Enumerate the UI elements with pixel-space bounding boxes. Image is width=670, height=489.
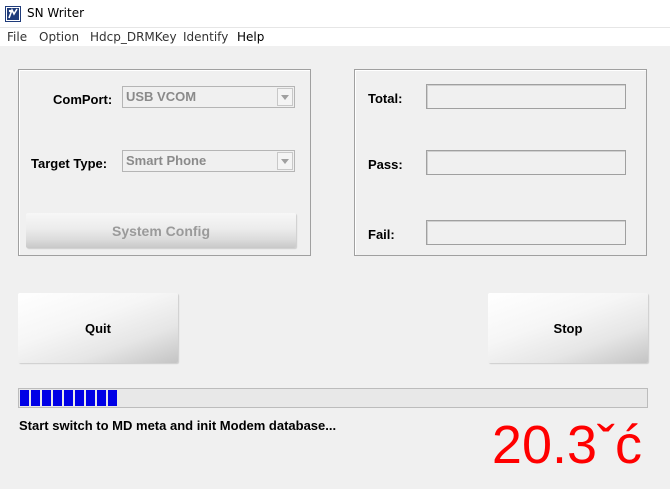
comport-dropdown-button[interactable] bbox=[277, 88, 293, 106]
target-type-value: Smart Phone bbox=[126, 153, 207, 168]
stop-button[interactable]: Stop bbox=[488, 293, 648, 363]
window-title: SN Writer bbox=[27, 6, 85, 20]
chevron-down-icon bbox=[281, 95, 289, 100]
comport-select[interactable]: USB VCOM bbox=[122, 86, 295, 108]
menu-help[interactable]: Help bbox=[237, 30, 264, 44]
chevron-down-icon bbox=[281, 159, 289, 164]
menu-option[interactable]: Option bbox=[39, 30, 79, 44]
system-config-button[interactable]: System Config bbox=[26, 213, 296, 248]
menu-bar: File Option Hdcp_DRMKey Identify Help bbox=[0, 28, 670, 46]
total-label: Total: bbox=[368, 91, 403, 106]
target-type-select[interactable]: Smart Phone bbox=[122, 150, 295, 172]
comport-label: ComPort: bbox=[53, 92, 113, 107]
fail-field bbox=[426, 220, 626, 245]
total-field bbox=[426, 84, 626, 109]
fail-label: Fail: bbox=[368, 227, 395, 242]
quit-button[interactable]: Quit bbox=[18, 293, 178, 363]
comport-value: USB VCOM bbox=[126, 89, 197, 104]
pass-label: Pass: bbox=[368, 157, 403, 172]
target-type-label: Target Type: bbox=[31, 156, 108, 171]
temperature-readout: 20.3ˇć bbox=[491, 415, 642, 475]
progress-bar bbox=[18, 388, 648, 408]
app-icon bbox=[5, 6, 21, 22]
menu-identify[interactable]: Identify bbox=[183, 30, 228, 44]
target-type-dropdown-button[interactable] bbox=[277, 152, 293, 170]
pass-field bbox=[426, 150, 626, 175]
status-message: Start switch to MD meta and init Modem d… bbox=[19, 418, 337, 433]
menu-file[interactable]: File bbox=[7, 30, 27, 44]
progress-bar-fill bbox=[20, 390, 117, 406]
menu-hdcp-drmkey[interactable]: Hdcp_DRMKey bbox=[90, 30, 177, 44]
title-bar: SN Writer bbox=[0, 0, 670, 28]
